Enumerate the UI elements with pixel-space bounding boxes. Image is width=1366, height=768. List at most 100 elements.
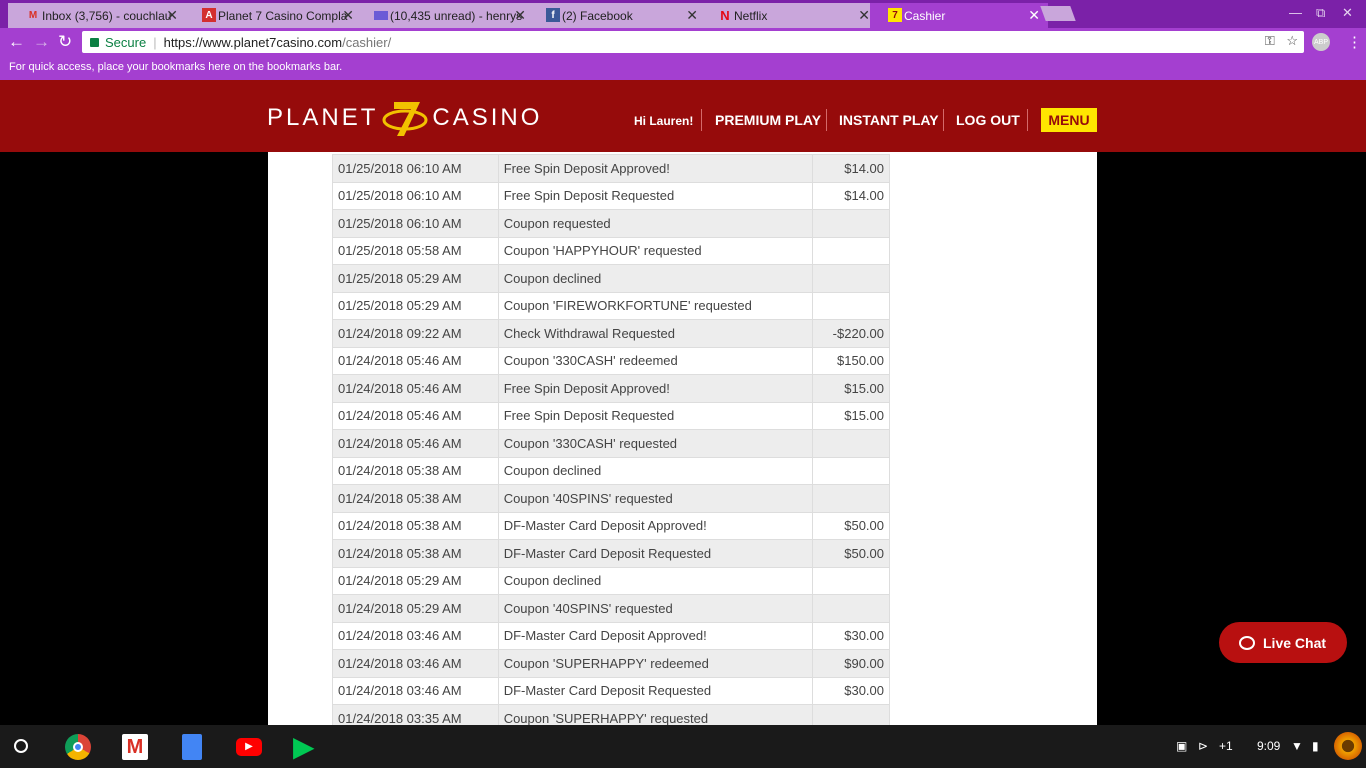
omnibox-separator: | bbox=[153, 34, 157, 50]
transaction-rows: 01/25/2018 06:10 AM Free Spin Deposit App… bbox=[332, 154, 890, 725]
transaction-date: 01/24/2018 03:46 AM bbox=[332, 649, 499, 678]
chrome-icon[interactable] bbox=[65, 734, 91, 760]
menu-dots-icon[interactable]: ⋮ bbox=[1347, 33, 1362, 51]
table-row: 01/24/2018 05:29 AM Coupon '40SPINS' requ… bbox=[332, 594, 890, 623]
nav-log-out[interactable]: LOG OUT bbox=[956, 112, 1020, 128]
nav-divider bbox=[943, 109, 944, 131]
table-row: 01/25/2018 06:10 AM Free Spin Deposit App… bbox=[332, 154, 890, 183]
transaction-date: 01/24/2018 05:46 AM bbox=[332, 346, 499, 375]
seven-icon bbox=[382, 98, 428, 138]
transaction-amount bbox=[812, 484, 890, 513]
transaction-amount bbox=[812, 291, 890, 320]
tab-mail[interactable]: (10,435 unread) - henrys ✕ bbox=[356, 3, 534, 28]
back-icon[interactable]: ← bbox=[8, 32, 25, 52]
nav-divider bbox=[826, 109, 827, 131]
tab-title: Inbox (3,756) - couchlau bbox=[42, 8, 172, 23]
clock[interactable]: 9:09 bbox=[1257, 739, 1280, 753]
docs-icon[interactable] bbox=[182, 734, 202, 760]
user-avatar[interactable] bbox=[1334, 732, 1362, 760]
adblock-extension-icon[interactable]: ABP bbox=[1312, 33, 1330, 51]
table-row: 01/24/2018 05:46 AM Coupon '330CASH' requ… bbox=[332, 429, 890, 458]
key-icon[interactable]: ⚿ bbox=[1265, 33, 1275, 48]
transaction-description: Coupon declined bbox=[497, 456, 814, 485]
transaction-amount: $30.00 bbox=[812, 621, 890, 650]
transaction-amount: $150.00 bbox=[812, 346, 890, 375]
forward-icon[interactable]: → bbox=[33, 32, 50, 52]
transaction-date: 01/24/2018 09:22 AM bbox=[332, 319, 499, 348]
complaint-site-icon: A bbox=[202, 8, 216, 22]
transaction-date: 01/24/2018 05:29 AM bbox=[332, 594, 499, 623]
transaction-amount: $15.00 bbox=[812, 374, 890, 403]
netflix-icon: N bbox=[720, 7, 730, 23]
table-row: 01/25/2018 06:10 AM Coupon requested bbox=[332, 209, 890, 238]
screenshot-icon[interactable]: ▣ bbox=[1176, 739, 1187, 753]
transaction-amount: $30.00 bbox=[812, 676, 890, 705]
transaction-date: 01/24/2018 05:46 AM bbox=[332, 429, 499, 458]
transaction-description: Check Withdrawal Requested bbox=[497, 319, 814, 348]
tab-strip: M Inbox (3,756) - couchlau ✕ A Planet 7 … bbox=[0, 0, 1366, 28]
table-row: 01/24/2018 05:46 AM Free Spin Deposit App… bbox=[332, 374, 890, 403]
nav-premium-play[interactable]: PREMIUM PLAY bbox=[715, 112, 821, 128]
transaction-date: 01/25/2018 05:29 AM bbox=[332, 291, 499, 320]
live-chat-button[interactable]: Live Chat bbox=[1219, 622, 1347, 663]
transaction-date: 01/24/2018 05:38 AM bbox=[332, 484, 499, 513]
notification-count[interactable]: +1 bbox=[1219, 739, 1233, 753]
play-store-icon[interactable]: ▶ bbox=[293, 733, 319, 761]
close-icon[interactable]: ✕ bbox=[514, 7, 526, 24]
table-row: 01/24/2018 05:46 AM Free Spin Deposit Req… bbox=[332, 401, 890, 430]
bookmarks-bar: For quick access, place your bookmarks h… bbox=[0, 56, 1366, 80]
close-icon[interactable]: ✕ bbox=[166, 7, 178, 24]
transaction-date: 01/24/2018 03:46 AM bbox=[332, 676, 499, 705]
address-bar[interactable]: Secure | https://www.planet7casino.com/c… bbox=[82, 31, 1304, 53]
tab-title: (2) Facebook bbox=[562, 8, 633, 23]
minimize-icon[interactable]: — bbox=[1289, 5, 1302, 20]
tab-gmail-inbox[interactable]: M Inbox (3,756) - couchlau ✕ bbox=[8, 3, 186, 28]
transaction-date: 01/24/2018 05:38 AM bbox=[332, 456, 499, 485]
transaction-description: Free Spin Deposit Approved! bbox=[497, 374, 814, 403]
planet7-logo[interactable]: PLANET CASINO bbox=[267, 98, 539, 138]
close-icon[interactable]: ✕ bbox=[858, 7, 870, 24]
gmail-icon[interactable]: M bbox=[122, 734, 148, 760]
restore-icon[interactable]: ⧉ bbox=[1316, 5, 1325, 21]
battery-icon[interactable]: ▮ bbox=[1312, 739, 1319, 753]
tab-facebook[interactable]: f (2) Facebook ✕ bbox=[528, 3, 706, 28]
wifi-icon[interactable]: ▼ bbox=[1291, 739, 1303, 753]
star-icon[interactable]: ☆ bbox=[1286, 33, 1298, 48]
transaction-amount bbox=[812, 456, 890, 485]
table-row: 01/24/2018 05:29 AM Coupon declined bbox=[332, 566, 890, 595]
tab-netflix[interactable]: N Netflix ✕ bbox=[700, 3, 878, 28]
transaction-description: Coupon '40SPINS' requested bbox=[497, 484, 814, 513]
close-icon[interactable]: ✕ bbox=[1028, 7, 1040, 24]
transaction-description: Coupon requested bbox=[497, 209, 814, 238]
transaction-description: Free Spin Deposit Requested bbox=[497, 181, 814, 210]
site-header: PLANET CASINO Hi Lauren! PREMIUM PLAY IN… bbox=[0, 80, 1366, 152]
close-icon[interactable]: ✕ bbox=[342, 7, 354, 24]
transaction-description: Coupon 'HAPPYHOUR' requested bbox=[497, 236, 814, 265]
window-close-icon[interactable]: ✕ bbox=[1342, 5, 1353, 21]
menu-button[interactable]: MENU bbox=[1041, 108, 1097, 132]
close-icon[interactable]: ✕ bbox=[686, 7, 698, 24]
transaction-amount bbox=[812, 566, 890, 595]
tab-cashier[interactable]: 7 Cashier ✕ bbox=[870, 3, 1048, 28]
transaction-description: Coupon 'FIREWORKFORTUNE' requested bbox=[497, 291, 814, 320]
table-row: 01/25/2018 06:10 AM Free Spin Deposit Req… bbox=[332, 181, 890, 210]
table-row: 01/25/2018 05:29 AM Coupon declined bbox=[332, 264, 890, 293]
cast-icon[interactable]: ⊳ bbox=[1198, 739, 1208, 753]
table-row: 01/24/2018 03:35 AM Coupon 'SUPERHAPPY' r… bbox=[332, 704, 890, 725]
transaction-description: Coupon declined bbox=[497, 566, 814, 595]
transaction-amount: $14.00 bbox=[812, 181, 890, 210]
transaction-amount: $90.00 bbox=[812, 649, 890, 678]
logo-text-planet: PLANET bbox=[267, 104, 379, 131]
reload-icon[interactable]: ↻ bbox=[58, 32, 72, 52]
tab-complaint[interactable]: A Planet 7 Casino Compla ✕ bbox=[184, 3, 362, 28]
launcher-icon[interactable] bbox=[14, 739, 28, 753]
tab-title: Netflix bbox=[734, 8, 768, 23]
os-shelf: M ▶ ▶ ▣ ⊳ +1 9:09 ▼ ▮ bbox=[0, 725, 1366, 768]
nav-divider bbox=[1027, 109, 1028, 131]
youtube-icon[interactable]: ▶ bbox=[236, 738, 262, 756]
bookmarks-hint: For quick access, place your bookmarks h… bbox=[9, 61, 343, 73]
nav-instant-play[interactable]: INSTANT PLAY bbox=[839, 112, 939, 128]
new-tab-button[interactable] bbox=[1040, 6, 1076, 21]
table-row: 01/25/2018 05:58 AM Coupon 'HAPPYHOUR' re… bbox=[332, 236, 890, 265]
transaction-amount: -$220.00 bbox=[812, 319, 890, 348]
